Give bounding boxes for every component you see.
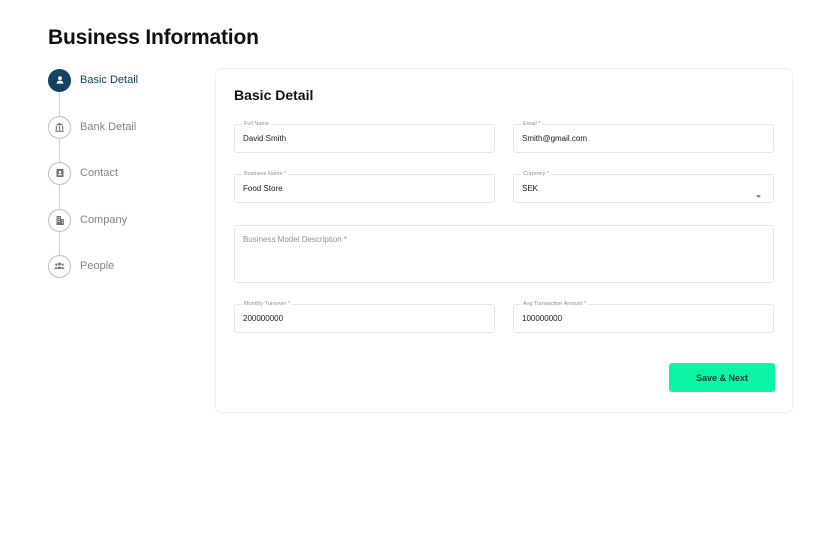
business-name-field[interactable]: Business Name * Food Store (234, 171, 495, 203)
step-label: Bank Detail (80, 121, 137, 133)
step-basic-detail[interactable]: Basic Detail (48, 68, 138, 92)
email-value[interactable]: Smith@gmail.com (522, 134, 755, 143)
step-label: People (80, 260, 115, 272)
step-contact[interactable]: Contact (48, 161, 118, 185)
basic-detail-card: Basic Detail Full Name David Smith Email… (215, 68, 793, 413)
form-title: Basic Detail (234, 87, 314, 103)
business-model-description-placeholder: Business Model Description * (243, 235, 348, 244)
currency-value[interactable]: SEK (522, 184, 755, 193)
full-name-value[interactable]: David Smith (243, 134, 476, 143)
email-field[interactable]: Email * Smith@gmail.com (513, 121, 774, 153)
monthly-turnover-value[interactable]: 200000000 (243, 314, 476, 323)
email-label: Email * (521, 121, 543, 128)
avg-transaction-amount-label: Avg Transaction Amount * (521, 301, 589, 308)
business-name-value[interactable]: Food Store (243, 184, 476, 193)
business-model-description-input[interactable]: Business Model Description * (234, 225, 774, 283)
full-name-field[interactable]: Full Name David Smith (234, 121, 495, 153)
step-label: Basic Detail (80, 74, 139, 86)
step-label: Company (80, 214, 128, 226)
people-icon (48, 254, 71, 278)
step-company[interactable]: Company (48, 208, 127, 232)
business-name-label: Business Name * (242, 171, 289, 178)
step-bank-detail[interactable]: Bank Detail (48, 115, 136, 139)
currency-select[interactable]: Currency * SEK (513, 171, 774, 204)
contact-card-icon (48, 161, 71, 185)
chevron-down-icon[interactable] (755, 186, 762, 204)
bank-icon (48, 115, 71, 139)
save-and-next-button[interactable]: Save & Next (669, 363, 775, 392)
monthly-turnover-label: Monthly Turnover * (242, 301, 293, 308)
full-name-label: Full Name (242, 121, 272, 128)
monthly-turnover-field[interactable]: Monthly Turnover * 200000000 (234, 301, 495, 333)
person-icon (48, 68, 71, 92)
step-label: Contact (80, 167, 118, 179)
avg-transaction-amount-value[interactable]: 100000000 (522, 314, 755, 323)
building-icon (48, 208, 71, 232)
step-people[interactable]: People (48, 254, 114, 278)
currency-label: Currency * (521, 171, 551, 178)
avg-transaction-amount-field[interactable]: Avg Transaction Amount * 100000000 (513, 301, 774, 333)
page-title: Business Information (48, 26, 259, 49)
